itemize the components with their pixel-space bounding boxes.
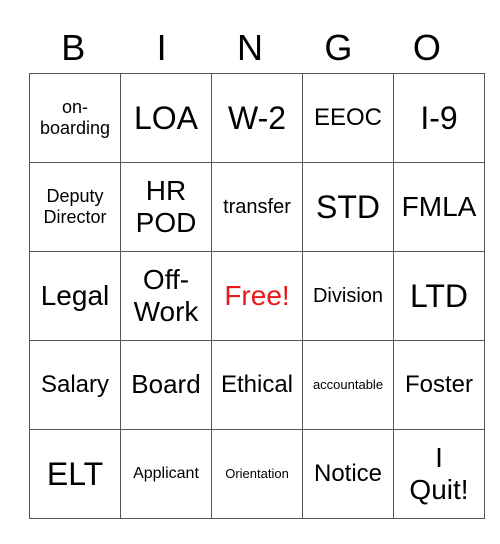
cell-text: HR — [145, 174, 187, 206]
cell-text: Orientation — [225, 465, 289, 481]
bingo-row: Salary Board Ethical accountable Foster — [29, 340, 485, 430]
cell-text: POD — [135, 207, 197, 238]
bingo-row: ELT Applicant Orientation Notice I Quit! — [29, 429, 485, 519]
header-letter-b: B — [61, 27, 86, 68]
cell-text: Board — [131, 369, 201, 400]
cell-text: transfer — [223, 195, 291, 218]
cell-text: Salary — [40, 371, 110, 399]
bingo-cell[interactable]: I Quit! — [393, 429, 485, 519]
cell-text: on- — [61, 97, 88, 118]
header-letter-i: I — [156, 27, 167, 68]
bingo-grid: on-boarding LOA W-2 EEOC I-9 Deputy Director HR… — [29, 73, 485, 519]
bingo-row: Deputy Director HR POD transfer STD FMLA — [29, 162, 485, 252]
cell-text: LOA — [133, 99, 199, 136]
header-letter-o: O — [412, 27, 441, 68]
bingo-cell[interactable]: Legal — [29, 251, 121, 341]
bingo-cell[interactable]: Board — [120, 340, 212, 430]
bingo-cell[interactable]: Off- Work — [120, 251, 212, 341]
header-letter-n: N — [237, 27, 264, 68]
cell-text: Notice — [313, 460, 383, 488]
bingo-cell[interactable]: Division — [302, 251, 394, 341]
cell-text: Applicant — [133, 464, 199, 482]
bingo-cell[interactable]: Orientation — [211, 429, 303, 519]
cell-text: Deputy — [46, 186, 104, 207]
bingo-cell[interactable]: Deputy Director — [29, 162, 121, 252]
cell-text: Director — [43, 207, 107, 227]
bingo-cell[interactable]: HR POD — [120, 162, 212, 252]
bingo-cell[interactable]: Ethical — [211, 340, 303, 430]
bingo-cell[interactable]: EEOC — [302, 73, 394, 163]
cell-text: LTD — [409, 277, 469, 314]
cell-text: EEOC — [313, 104, 382, 132]
cell-text: Off- — [142, 263, 190, 295]
cell-text: Division — [312, 284, 384, 307]
cell-text: ELT — [46, 455, 104, 492]
cell-text: boarding — [39, 118, 111, 138]
cell-text: Ethical — [220, 371, 294, 399]
cell-text: STD — [316, 188, 380, 225]
header-letter-g: G — [324, 27, 353, 68]
bingo-row: Legal Off- Work Free! Division LTD — [29, 251, 485, 341]
bingo-cell[interactable]: I-9 — [393, 73, 485, 163]
cell-text: Free! — [224, 279, 290, 311]
bingo-cell[interactable]: Applicant — [120, 429, 212, 519]
bingo-cell[interactable]: STD — [302, 162, 394, 252]
cell-text: Legal — [40, 279, 110, 311]
bingo-header: B I N G O — [29, 26, 471, 70]
cell-text: accountable — [312, 376, 384, 392]
cell-text: FMLA — [401, 190, 477, 222]
bingo-cell[interactable]: on-boarding — [29, 73, 121, 163]
bingo-cell[interactable]: ELT — [29, 429, 121, 519]
cell-text: Foster — [404, 371, 473, 399]
bingo-cell[interactable]: Notice — [302, 429, 394, 519]
bingo-cell[interactable]: LOA — [120, 73, 212, 163]
bingo-cell[interactable]: LTD — [393, 251, 485, 341]
bingo-cell[interactable]: transfer — [211, 162, 303, 252]
free-space-cell[interactable]: Free! — [211, 251, 303, 341]
cell-text: W-2 — [227, 99, 287, 136]
cell-text: Work — [133, 296, 199, 327]
cell-text: I — [435, 441, 443, 473]
cell-text: I-9 — [420, 99, 458, 136]
bingo-cell[interactable]: Foster — [393, 340, 485, 430]
bingo-cell[interactable]: accountable — [302, 340, 394, 430]
bingo-row: on-boarding LOA W-2 EEOC I-9 — [29, 73, 485, 163]
bingo-cell[interactable]: Salary — [29, 340, 121, 430]
cell-text: Quit! — [409, 474, 469, 505]
bingo-cell[interactable]: FMLA — [393, 162, 485, 252]
bingo-cell[interactable]: W-2 — [211, 73, 303, 163]
